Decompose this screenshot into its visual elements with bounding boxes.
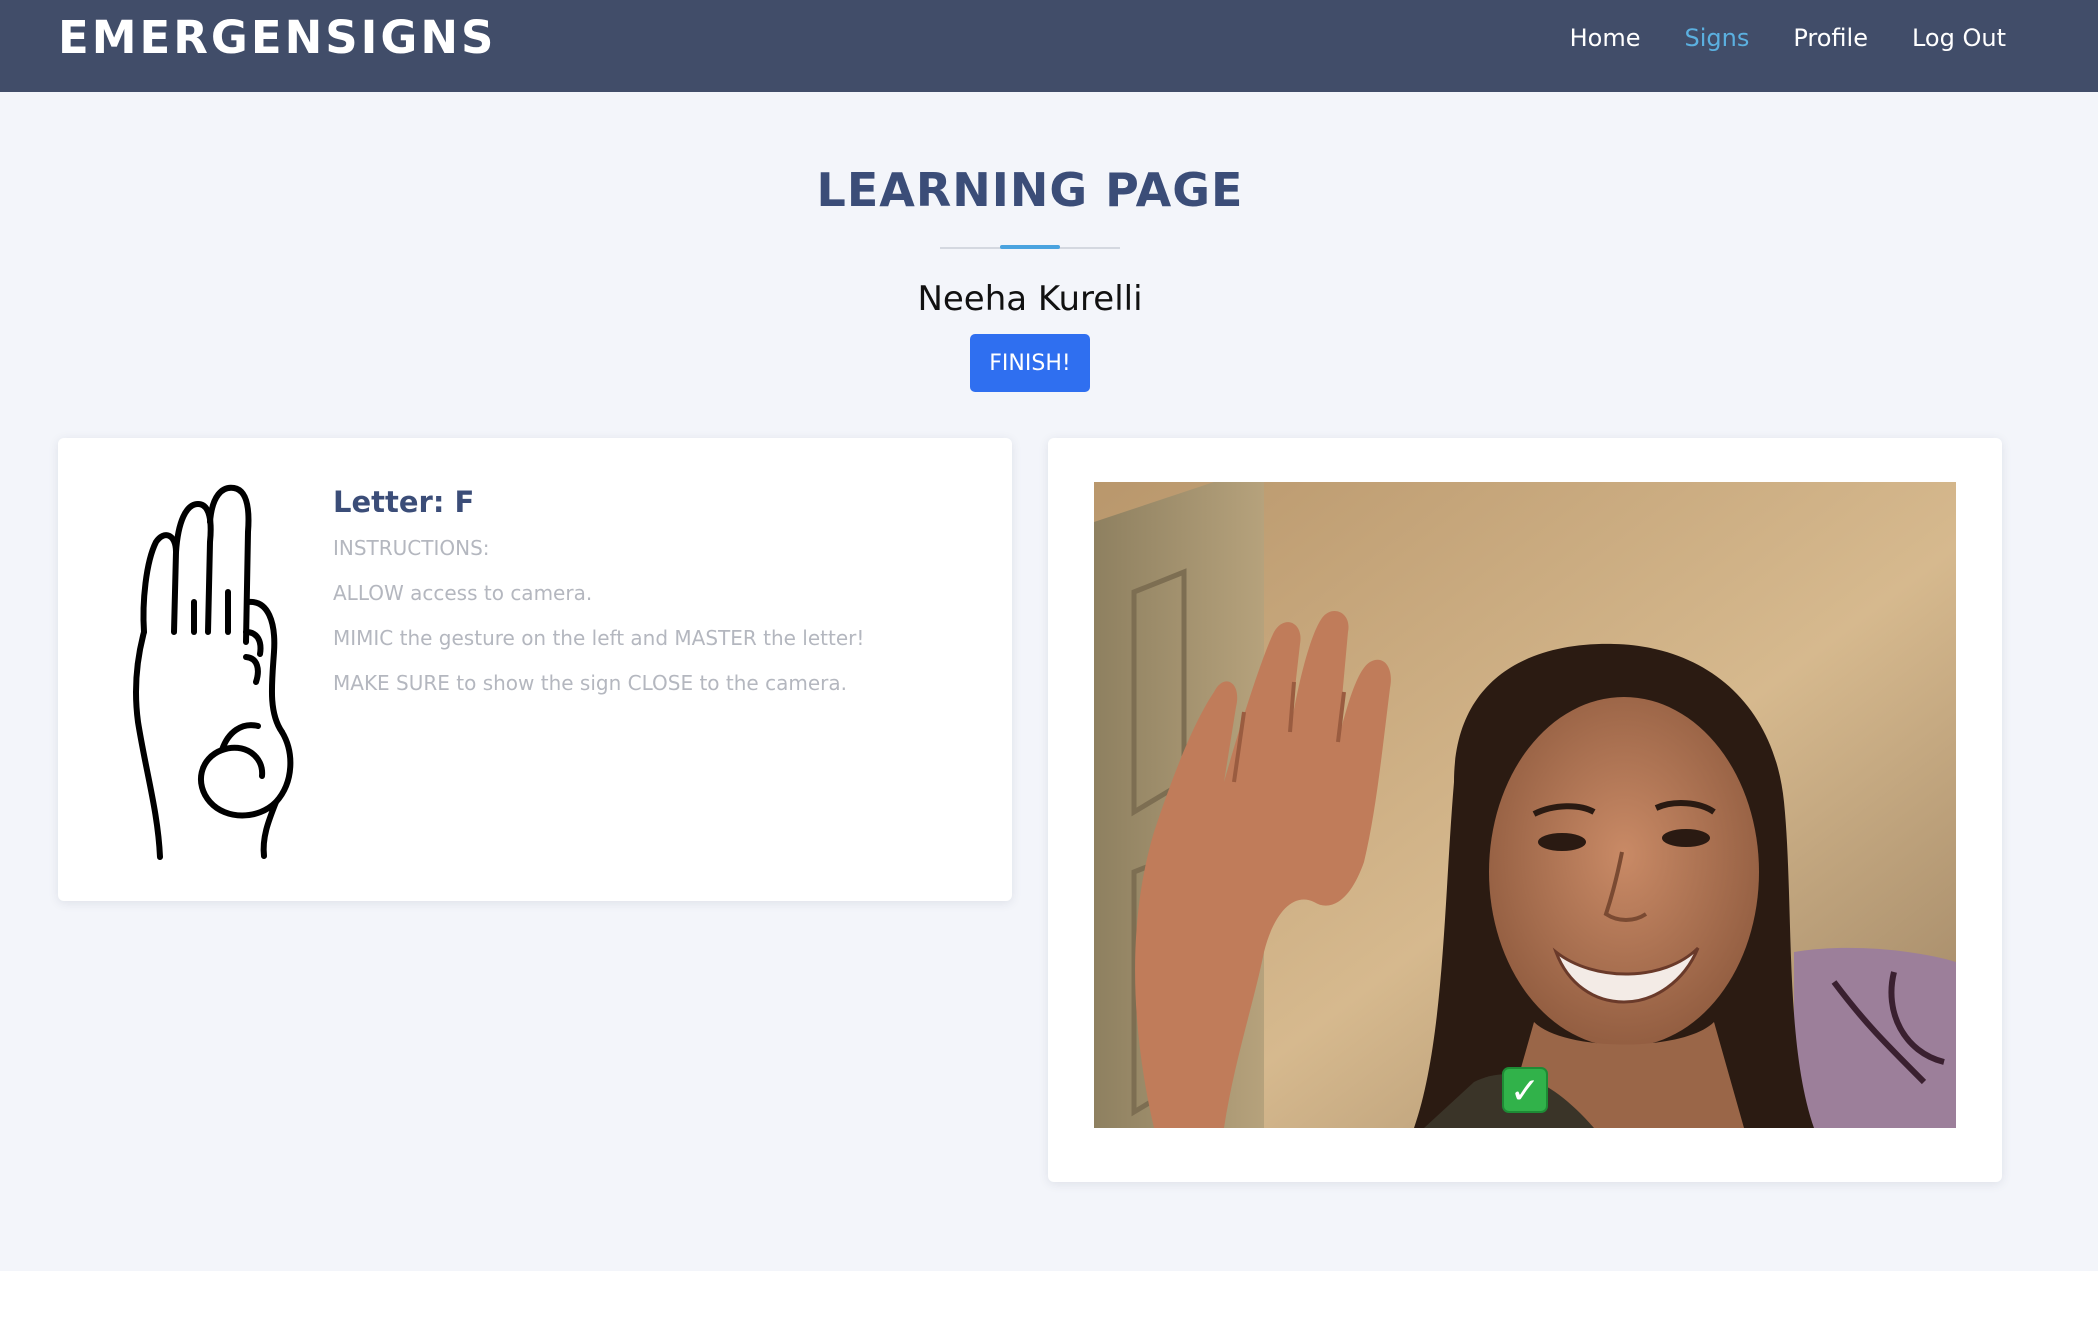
user-name: Neeha Kurelli — [917, 279, 1143, 319]
top-navbar: EMERGENSIGNS Home Signs Profile Log Out — [0, 0, 2098, 92]
camera-card: ✓ — [1048, 438, 2002, 1182]
page-title: LEARNING PAGE — [816, 163, 1244, 217]
lesson-card: Letter: F INSTRUCTIONS: ALLOW access to … — [58, 438, 1012, 901]
instruction-item: MAKE SURE to show the sign CLOSE to the … — [333, 671, 847, 695]
instruction-item: ALLOW access to camera. — [333, 581, 593, 605]
instruction-item: MIMIC the gesture on the left and MASTER… — [333, 626, 865, 650]
letter-title: Letter: F — [333, 485, 475, 519]
instructions-heading: INSTRUCTIONS: — [333, 536, 490, 560]
nav-link-profile[interactable]: Profile — [1793, 22, 1868, 54]
check-mark-icon: ✓ — [1502, 1067, 1548, 1113]
asl-letter-f-hand-icon — [133, 484, 294, 860]
nav-link-signs[interactable]: Signs — [1685, 22, 1750, 54]
brand-logo[interactable]: EMERGENSIGNS — [58, 14, 496, 62]
nav-link-home[interactable]: Home — [1570, 22, 1641, 54]
webcam-feed: ✓ — [1094, 482, 1956, 1128]
footer — [0, 1271, 2098, 1334]
webcam-image — [1094, 482, 1956, 1128]
nav-link-logout[interactable]: Log Out — [1912, 22, 2006, 54]
finish-button[interactable]: FINISH! — [970, 334, 1090, 392]
nav-links: Home Signs Profile Log Out — [1570, 22, 2006, 54]
title-divider-accent — [1000, 245, 1060, 249]
